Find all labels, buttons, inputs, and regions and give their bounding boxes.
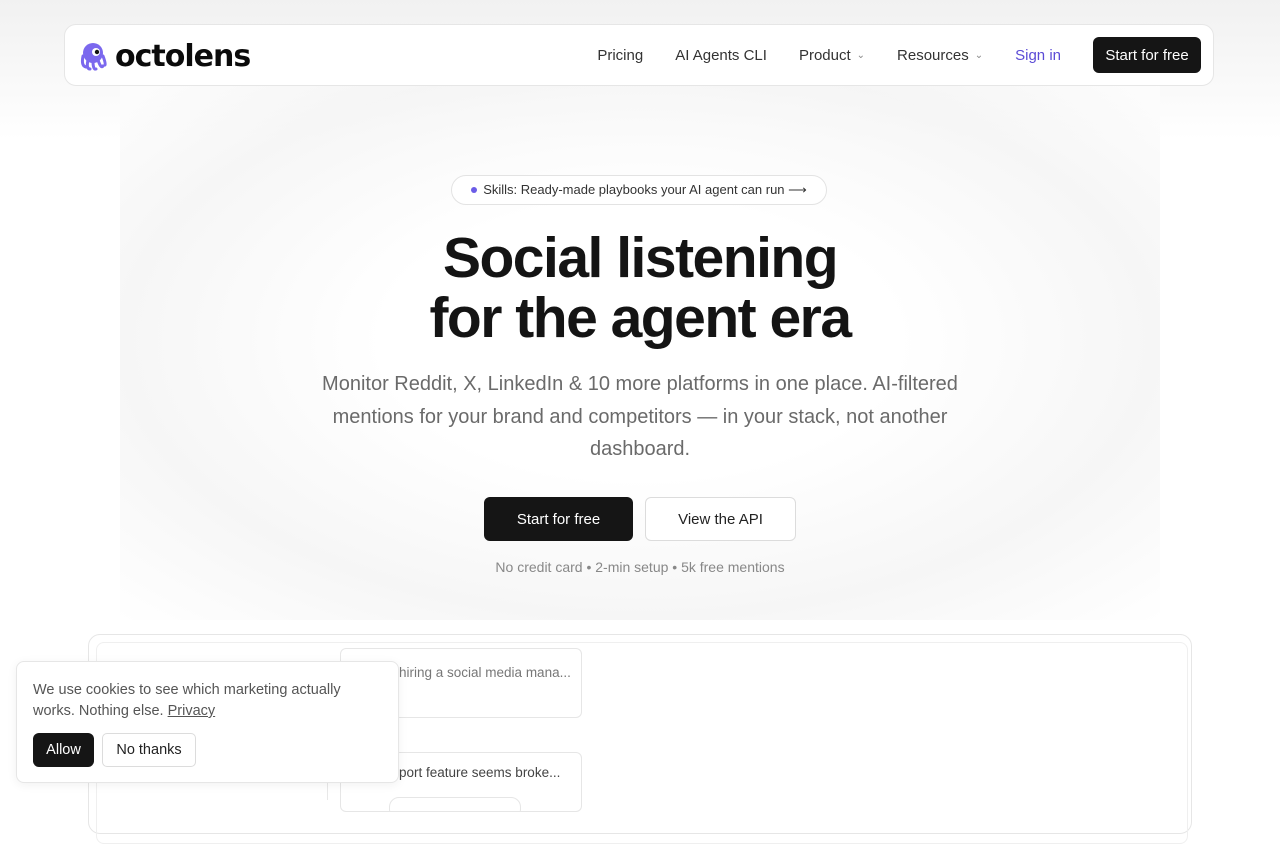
octopus-icon [80,43,107,71]
privacy-link[interactable]: Privacy [168,703,216,719]
announcement-text: Skills: Ready-made playbooks your AI age… [483,182,807,197]
nav-link-resources[interactable]: Resources ⌄ [897,47,983,64]
sign-in-link[interactable]: Sign in [1015,47,1061,64]
chevron-down-icon: ⌄ [856,49,866,61]
chevron-down-icon: ⌄ [974,49,984,61]
cookie-banner: We use cookies to see which marketing ac… [16,661,399,783]
decline-cookies-button[interactable]: No thanks [102,733,196,767]
nav-link-pricing[interactable]: Pricing [597,47,643,64]
mention-card-text: port feature seems broke... [399,765,561,780]
nav-link-resources-label: Resources [897,46,969,64]
cookie-message: We use cookies to see which marketing ac… [33,680,373,722]
nav-link-product[interactable]: Product ⌄ [799,47,865,64]
top-nav: octolens Pricing AI Agents CLI Product ⌄… [64,24,1214,86]
view-api-button[interactable]: View the API [645,497,796,541]
page-title: Social listening for the agent era [240,228,1040,348]
dot-icon [471,187,478,193]
nav-link-product-label: Product [798,46,851,64]
fine-print: No credit card • 2-min setup • 5k free m… [495,559,785,575]
headline-line-1: Social listening [442,226,839,290]
mention-tag [389,797,521,811]
allow-cookies-button[interactable]: Allow [33,733,94,767]
nav-link-ai-agents-cli[interactable]: AI Agents CLI [675,47,767,64]
logo[interactable]: octolens [77,38,251,74]
hero-subtext: Monitor Reddit, X, LinkedIn & 10 more pl… [322,373,958,460]
nav-links: Pricing AI Agents CLI Product ⌄ Resource… [597,37,1201,73]
start-free-nav-button[interactable]: Start for free [1093,37,1201,73]
start-free-button[interactable]: Start for free [484,497,633,541]
announcement-pill[interactable]: Skills: Ready-made playbooks your AI age… [451,175,827,205]
mention-card-text: hiring a social media mana... [399,665,571,680]
headline-line-2: for the agent era [429,286,852,350]
logo-text: octolens [115,38,251,74]
